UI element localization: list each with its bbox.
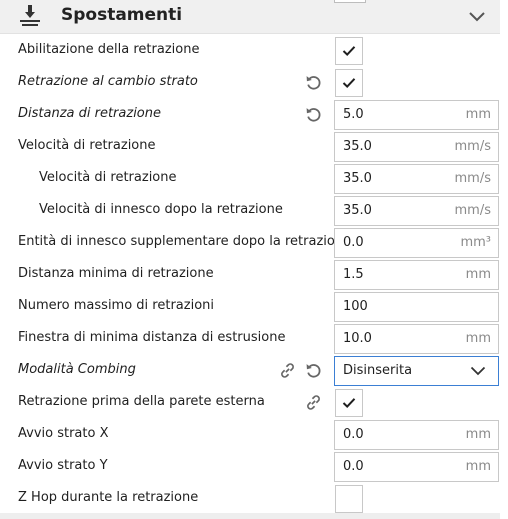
input-value: 35.0 xyxy=(343,139,372,154)
dropdown-value: Disinserita xyxy=(343,363,413,378)
section-header[interactable]: Spostamenti xyxy=(0,0,500,34)
setting-row-retrazione-prima-della-parete-esterna: Retrazione prima della parete esterna xyxy=(0,386,500,418)
setting-label: Avvio strato X xyxy=(18,426,109,441)
unit-label: mm xyxy=(465,331,491,346)
setting-row-avvio-strato-x: Avvio strato X 0.0 mm xyxy=(0,418,500,450)
setting-label: Finestra di minima distanza di estrusion… xyxy=(18,330,286,345)
checkmark-icon xyxy=(342,398,356,409)
setting-row-velocita-di-retrazione: Velocità di retrazione 35.0 mm/s xyxy=(0,162,500,194)
input-value: 10.0 xyxy=(343,331,372,346)
setting-input[interactable]: 0.0 mm xyxy=(334,452,499,482)
setting-label: Retrazione prima della parete esterna xyxy=(18,394,265,409)
input-value: 35.0 xyxy=(343,171,372,186)
setting-checkbox[interactable] xyxy=(335,37,363,65)
chevron-down-icon[interactable] xyxy=(466,8,488,26)
input-value: 1.5 xyxy=(343,267,364,282)
reset-icon[interactable] xyxy=(305,106,322,123)
setting-checkbox[interactable] xyxy=(335,389,363,417)
setting-label: Abilitazione della retrazione xyxy=(18,42,200,57)
scroll-stub xyxy=(334,0,366,3)
unit-label: mm xyxy=(465,427,491,442)
setting-row-velocita-di-innesco-dopo-la-retrazione: Velocità di innesco dopo la retrazione 35… xyxy=(0,194,500,226)
setting-row-avvio-strato-y: Avvio strato Y 0.0 mm xyxy=(0,450,500,482)
unit-label: mm/s xyxy=(454,139,491,154)
setting-label: Avvio strato Y xyxy=(18,458,108,473)
setting-label: Velocità di innesco dopo la retrazione xyxy=(39,202,283,217)
setting-input[interactable]: 35.0 mm/s xyxy=(334,132,499,162)
setting-label: Velocità di retrazione xyxy=(18,138,156,153)
input-value: 0.0 xyxy=(343,459,364,474)
setting-input[interactable]: 0.0 mm³ xyxy=(334,228,499,258)
setting-label: Modalità Combing xyxy=(18,362,136,377)
setting-row-abilitazione-della-retrazione: Abilitazione della retrazione xyxy=(0,34,500,66)
setting-row-finestra-di-minima-distanza-di-estrusione: Finestra di minima distanza di estrusion… xyxy=(0,322,500,354)
setting-row-distanza-di-retrazione: Distanza di retrazione 5.0 mm xyxy=(0,98,500,130)
setting-label: Entità di innesco supplementare dopo la … xyxy=(18,234,352,249)
travel-settings-icon xyxy=(20,5,40,26)
unit-label: mm/s xyxy=(454,203,491,218)
footer-divider xyxy=(0,513,500,519)
setting-row-entita-di-innesco-supplementare-dopo-la-retrazione: Entità di innesco supplementare dopo la … xyxy=(0,226,500,258)
setting-input[interactable]: 100 xyxy=(334,292,499,322)
setting-label: Distanza minima di retrazione xyxy=(18,266,214,281)
input-value: 5.0 xyxy=(343,107,364,122)
link-icon xyxy=(281,363,294,378)
setting-row-modalita-combing: Modalità Combing Disinserita xyxy=(0,354,500,386)
setting-input[interactable]: 35.0 mm/s xyxy=(334,196,499,226)
setting-label: Numero massimo di retrazioni xyxy=(18,298,215,313)
setting-checkbox[interactable] xyxy=(335,69,363,97)
reset-icon[interactable] xyxy=(305,74,322,91)
setting-row-numero-massimo-di-retrazioni: Numero massimo di retrazioni 100 xyxy=(0,290,500,322)
setting-label: Retrazione al cambio strato xyxy=(18,74,198,89)
input-value: 35.0 xyxy=(343,203,372,218)
unit-label: mm xyxy=(465,267,491,282)
unit-label: mm/s xyxy=(454,171,491,186)
setting-input[interactable]: 10.0 mm xyxy=(334,324,499,354)
setting-label: Distanza di retrazione xyxy=(18,106,161,121)
setting-row-retrazione-al-cambio-strato: Retrazione al cambio strato xyxy=(0,66,500,98)
link-icon xyxy=(307,395,320,410)
setting-input[interactable]: 1.5 mm xyxy=(334,260,499,290)
unit-label: mm³ xyxy=(460,235,491,250)
setting-label: Z Hop durante la retrazione xyxy=(18,490,199,505)
input-value: 0.0 xyxy=(343,235,364,250)
checkmark-icon xyxy=(342,78,356,89)
setting-input[interactable]: 35.0 mm/s xyxy=(334,164,499,194)
setting-row-z-hop-durante-la-retrazione: Z Hop durante la retrazione xyxy=(0,482,500,514)
input-value: 0.0 xyxy=(343,427,364,442)
checkmark-icon xyxy=(342,46,356,57)
input-value: 100 xyxy=(343,299,368,314)
setting-input[interactable]: 5.0 mm xyxy=(334,100,499,130)
unit-label: mm xyxy=(465,107,491,122)
chevron-down-icon xyxy=(470,366,486,376)
reset-icon[interactable] xyxy=(305,362,322,379)
setting-row-distanza-minima-di-retrazione: Distanza minima di retrazione 1.5 mm xyxy=(0,258,500,290)
setting-label: Velocità di retrazione xyxy=(39,170,177,185)
setting-input[interactable]: 0.0 mm xyxy=(334,420,499,450)
section-title: Spostamenti xyxy=(61,5,183,25)
unit-label: mm xyxy=(465,459,491,474)
setting-dropdown[interactable]: Disinserita xyxy=(334,356,499,386)
setting-row-velocita-di-retrazione: Velocità di retrazione 35.0 mm/s xyxy=(0,130,500,162)
setting-checkbox[interactable] xyxy=(335,485,363,513)
